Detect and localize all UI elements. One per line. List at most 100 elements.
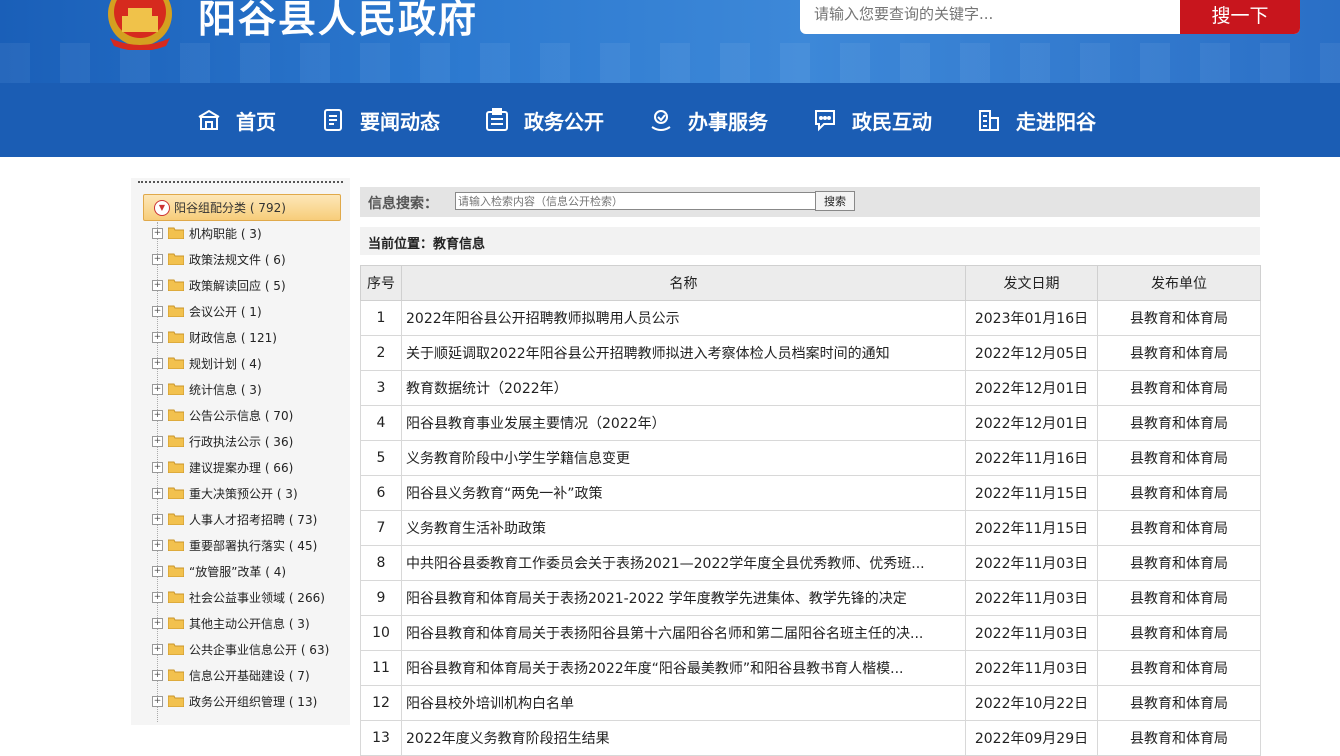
row-number: 2 (360, 335, 402, 371)
row-title-link[interactable]: 义务教育阶段中小学生学籍信息变更 (401, 440, 966, 476)
site-search-button[interactable]: 搜一下 (1180, 0, 1300, 34)
row-title-link[interactable]: 阳谷县校外培训机构白名单 (401, 685, 966, 721)
expand-icon[interactable]: + (152, 565, 163, 577)
tree-item[interactable]: + 公共企事业信息公开 ( 63) (152, 640, 329, 658)
tree-item-label: 行政执法公示 ( 36) (189, 434, 294, 449)
tree-item[interactable]: + 重要部署执行落实 ( 45) (152, 536, 317, 554)
tree-item-label: 重大决策预公开 ( 3) (189, 486, 298, 501)
tree-item[interactable]: + 其他主动公开信息 ( 3) (152, 614, 310, 632)
tree-item[interactable]: + 财政信息 ( 121) (152, 328, 277, 346)
gov-open-icon (486, 108, 508, 131)
site-title[interactable]: 阳谷县人民政府 (198, 0, 478, 43)
row-date: 2022年11月16日 (965, 440, 1098, 476)
folder-icon (168, 669, 184, 681)
expand-icon[interactable]: + (152, 279, 163, 291)
nav-label: 政务公开 (524, 109, 604, 134)
expand-icon[interactable]: + (152, 591, 163, 603)
tree-item[interactable]: + 机构职能 ( 3) (152, 224, 262, 242)
tree-item[interactable]: + 重大决策预公开 ( 3) (152, 484, 298, 502)
info-search-label: 信息搜索： (368, 196, 438, 212)
expand-icon[interactable]: + (152, 513, 163, 525)
expand-icon[interactable]: + (152, 435, 163, 447)
info-search-button[interactable]: 搜索 (815, 191, 855, 211)
table-row[interactable]: 5 义务教育阶段中小学生学籍信息变更 2022年11月16日 县教育和体育局 (360, 440, 1261, 476)
expand-icon[interactable]: + (152, 253, 163, 265)
row-title-link[interactable]: 阳谷县教育和体育局关于表扬阳谷县第十六届阳谷名师和第二届阳谷名班主任的决... (401, 615, 966, 651)
row-title-link[interactable]: 阳谷县教育和体育局关于表扬2022年度“阳谷最美教师”和阳谷县教书育人楷模... (401, 650, 966, 686)
tree-item[interactable]: + 规划计划 ( 4) (152, 354, 262, 372)
nav-item-interaction[interactable]: 政民互动 (812, 83, 932, 157)
nav-item-news[interactable]: 要闻动态 (320, 83, 440, 157)
tree-item[interactable]: + 公告公示信息 ( 70) (152, 406, 293, 424)
tree-item[interactable]: + 信息公开基础建设 ( 7) (152, 666, 310, 684)
table-row[interactable]: 9 阳谷县教育和体育局关于表扬2021-2022 学年度教学先进集体、教学先锋的决… (360, 580, 1261, 616)
table-row[interactable]: 12 阳谷县校外培训机构白名单 2022年10月22日 县教育和体育局 (360, 685, 1261, 721)
tree-item[interactable]: + 会议公开 ( 1) (152, 302, 262, 320)
table-row[interactable]: 4 阳谷县教育事业发展主要情况（2022年） 2022年12月01日 县教育和体育局 (360, 405, 1261, 441)
expand-icon[interactable]: + (152, 617, 163, 629)
table-row[interactable]: 1 2022年阳谷县公开招聘教师拟聘用人员公示 2023年01月16日 县教育和体育局 (360, 300, 1261, 336)
expand-icon[interactable]: + (152, 539, 163, 551)
expand-icon[interactable]: + (152, 409, 163, 421)
row-title-link[interactable]: 关于顺延调取2022年阳谷县公开招聘教师拟进入考察体检人员档案时间的通知 (401, 335, 966, 371)
nav-item-about[interactable]: 走进阳谷 (976, 83, 1096, 157)
expand-icon[interactable]: + (152, 695, 163, 707)
tree-root[interactable]: ▼ 阳谷组配分类 ( 792) (143, 194, 341, 221)
row-title-link[interactable]: 义务教育生活补助政策 (401, 510, 966, 546)
expand-icon[interactable]: + (152, 487, 163, 499)
table-row[interactable]: 11 阳谷县教育和体育局关于表扬2022年度“阳谷最美教师”和阳谷县教书育人楷模.… (360, 650, 1261, 686)
table-row[interactable]: 3 教育数据统计（2022年） 2022年12月01日 县教育和体育局 (360, 370, 1261, 406)
expand-icon[interactable]: + (152, 669, 163, 681)
expand-icon[interactable]: + (152, 643, 163, 655)
row-number: 13 (360, 720, 402, 756)
tree-item[interactable]: + 行政执法公示 ( 36) (152, 432, 293, 450)
row-title-link[interactable]: 阳谷县教育和体育局关于表扬2021-2022 学年度教学先进集体、教学先锋的决定 (401, 580, 966, 616)
table-row[interactable]: 7 义务教育生活补助政策 2022年11月15日 县教育和体育局 (360, 510, 1261, 546)
folder-icon (168, 227, 184, 239)
tree-item[interactable]: + 政策法规文件 ( 6) (152, 250, 286, 268)
nav-item-gov-open[interactable]: 政务公开 (484, 83, 604, 157)
site-search: 搜一下 (800, 0, 1300, 34)
row-number: 3 (360, 370, 402, 406)
row-title-link[interactable]: 阳谷县教育事业发展主要情况（2022年） (401, 405, 966, 441)
breadcrumb: 当前位置：教育信息 (360, 227, 1260, 255)
table-row[interactable]: 6 阳谷县义务教育“两免一补”政策 2022年11月15日 县教育和体育局 (360, 475, 1261, 511)
tree-item[interactable]: + 政务公开组织管理 ( 13) (152, 692, 317, 710)
site-search-input[interactable] (800, 0, 1208, 34)
nav-item-home[interactable]: 首页 (196, 83, 276, 157)
tree-item[interactable]: + 人事人才招考招聘 ( 73) (152, 510, 317, 528)
header-banner: 阳谷县人民政府 搜一下 (0, 0, 1340, 83)
expand-icon[interactable]: + (152, 461, 163, 473)
row-number: 8 (360, 545, 402, 581)
row-title-link[interactable]: 阳谷县义务教育“两免一补”政策 (401, 475, 966, 511)
collapse-icon[interactable]: ▼ (154, 199, 170, 216)
nav-item-service[interactable]: 办事服务 (648, 83, 768, 157)
table-row[interactable]: 10 阳谷县教育和体育局关于表扬阳谷县第十六届阳谷名师和第二届阳谷名班主任的决..… (360, 615, 1261, 651)
tree-item-label: 政务公开组织管理 ( 13) (189, 694, 318, 709)
row-title-link[interactable]: 中共阳谷县委教育工作委员会关于表扬2021—2022学年度全县优秀教师、优秀班.… (401, 545, 966, 581)
folder-icon (168, 591, 184, 603)
expand-icon[interactable]: + (152, 383, 163, 395)
row-org: 县教育和体育局 (1097, 545, 1261, 581)
info-search-input[interactable] (455, 192, 817, 210)
row-title-link[interactable]: 2022年度义务教育阶段招生结果 (401, 720, 966, 756)
tree-item[interactable]: + 社会公益事业领域 ( 266) (152, 588, 325, 606)
row-date: 2022年12月01日 (965, 405, 1098, 441)
row-title-link[interactable]: 教育数据统计（2022年） (401, 370, 966, 406)
expand-icon[interactable]: + (152, 331, 163, 343)
table-row[interactable]: 13 2022年度义务教育阶段招生结果 2022年09月29日 县教育和体育局 (360, 720, 1261, 756)
table-row[interactable]: 2 关于顺延调取2022年阳谷县公开招聘教师拟进入考察体检人员档案时间的通知 202… (360, 335, 1261, 371)
table-row[interactable]: 8 中共阳谷县委教育工作委员会关于表扬2021—2022学年度全县优秀教师、优秀班… (360, 545, 1261, 581)
tree-item[interactable]: + 建议提案办理 ( 66) (152, 458, 293, 476)
expand-icon[interactable]: + (152, 305, 163, 317)
expand-icon[interactable]: + (152, 357, 163, 369)
tree-item[interactable]: + 统计信息 ( 3) (152, 380, 262, 398)
expand-icon[interactable]: + (152, 227, 163, 239)
tree-item[interactable]: + “放管服”改革 ( 4) (152, 562, 286, 580)
row-title-link[interactable]: 2022年阳谷县公开招聘教师拟聘用人员公示 (401, 300, 966, 336)
tree-item-label: “放管服”改革 ( 4) (189, 564, 287, 579)
tree-item-label: 政策解读回应 ( 5) (189, 278, 286, 293)
tree-item[interactable]: + 政策解读回应 ( 5) (152, 276, 286, 294)
row-date: 2022年11月03日 (965, 650, 1098, 686)
col-header-date: 发文日期 (965, 265, 1098, 301)
